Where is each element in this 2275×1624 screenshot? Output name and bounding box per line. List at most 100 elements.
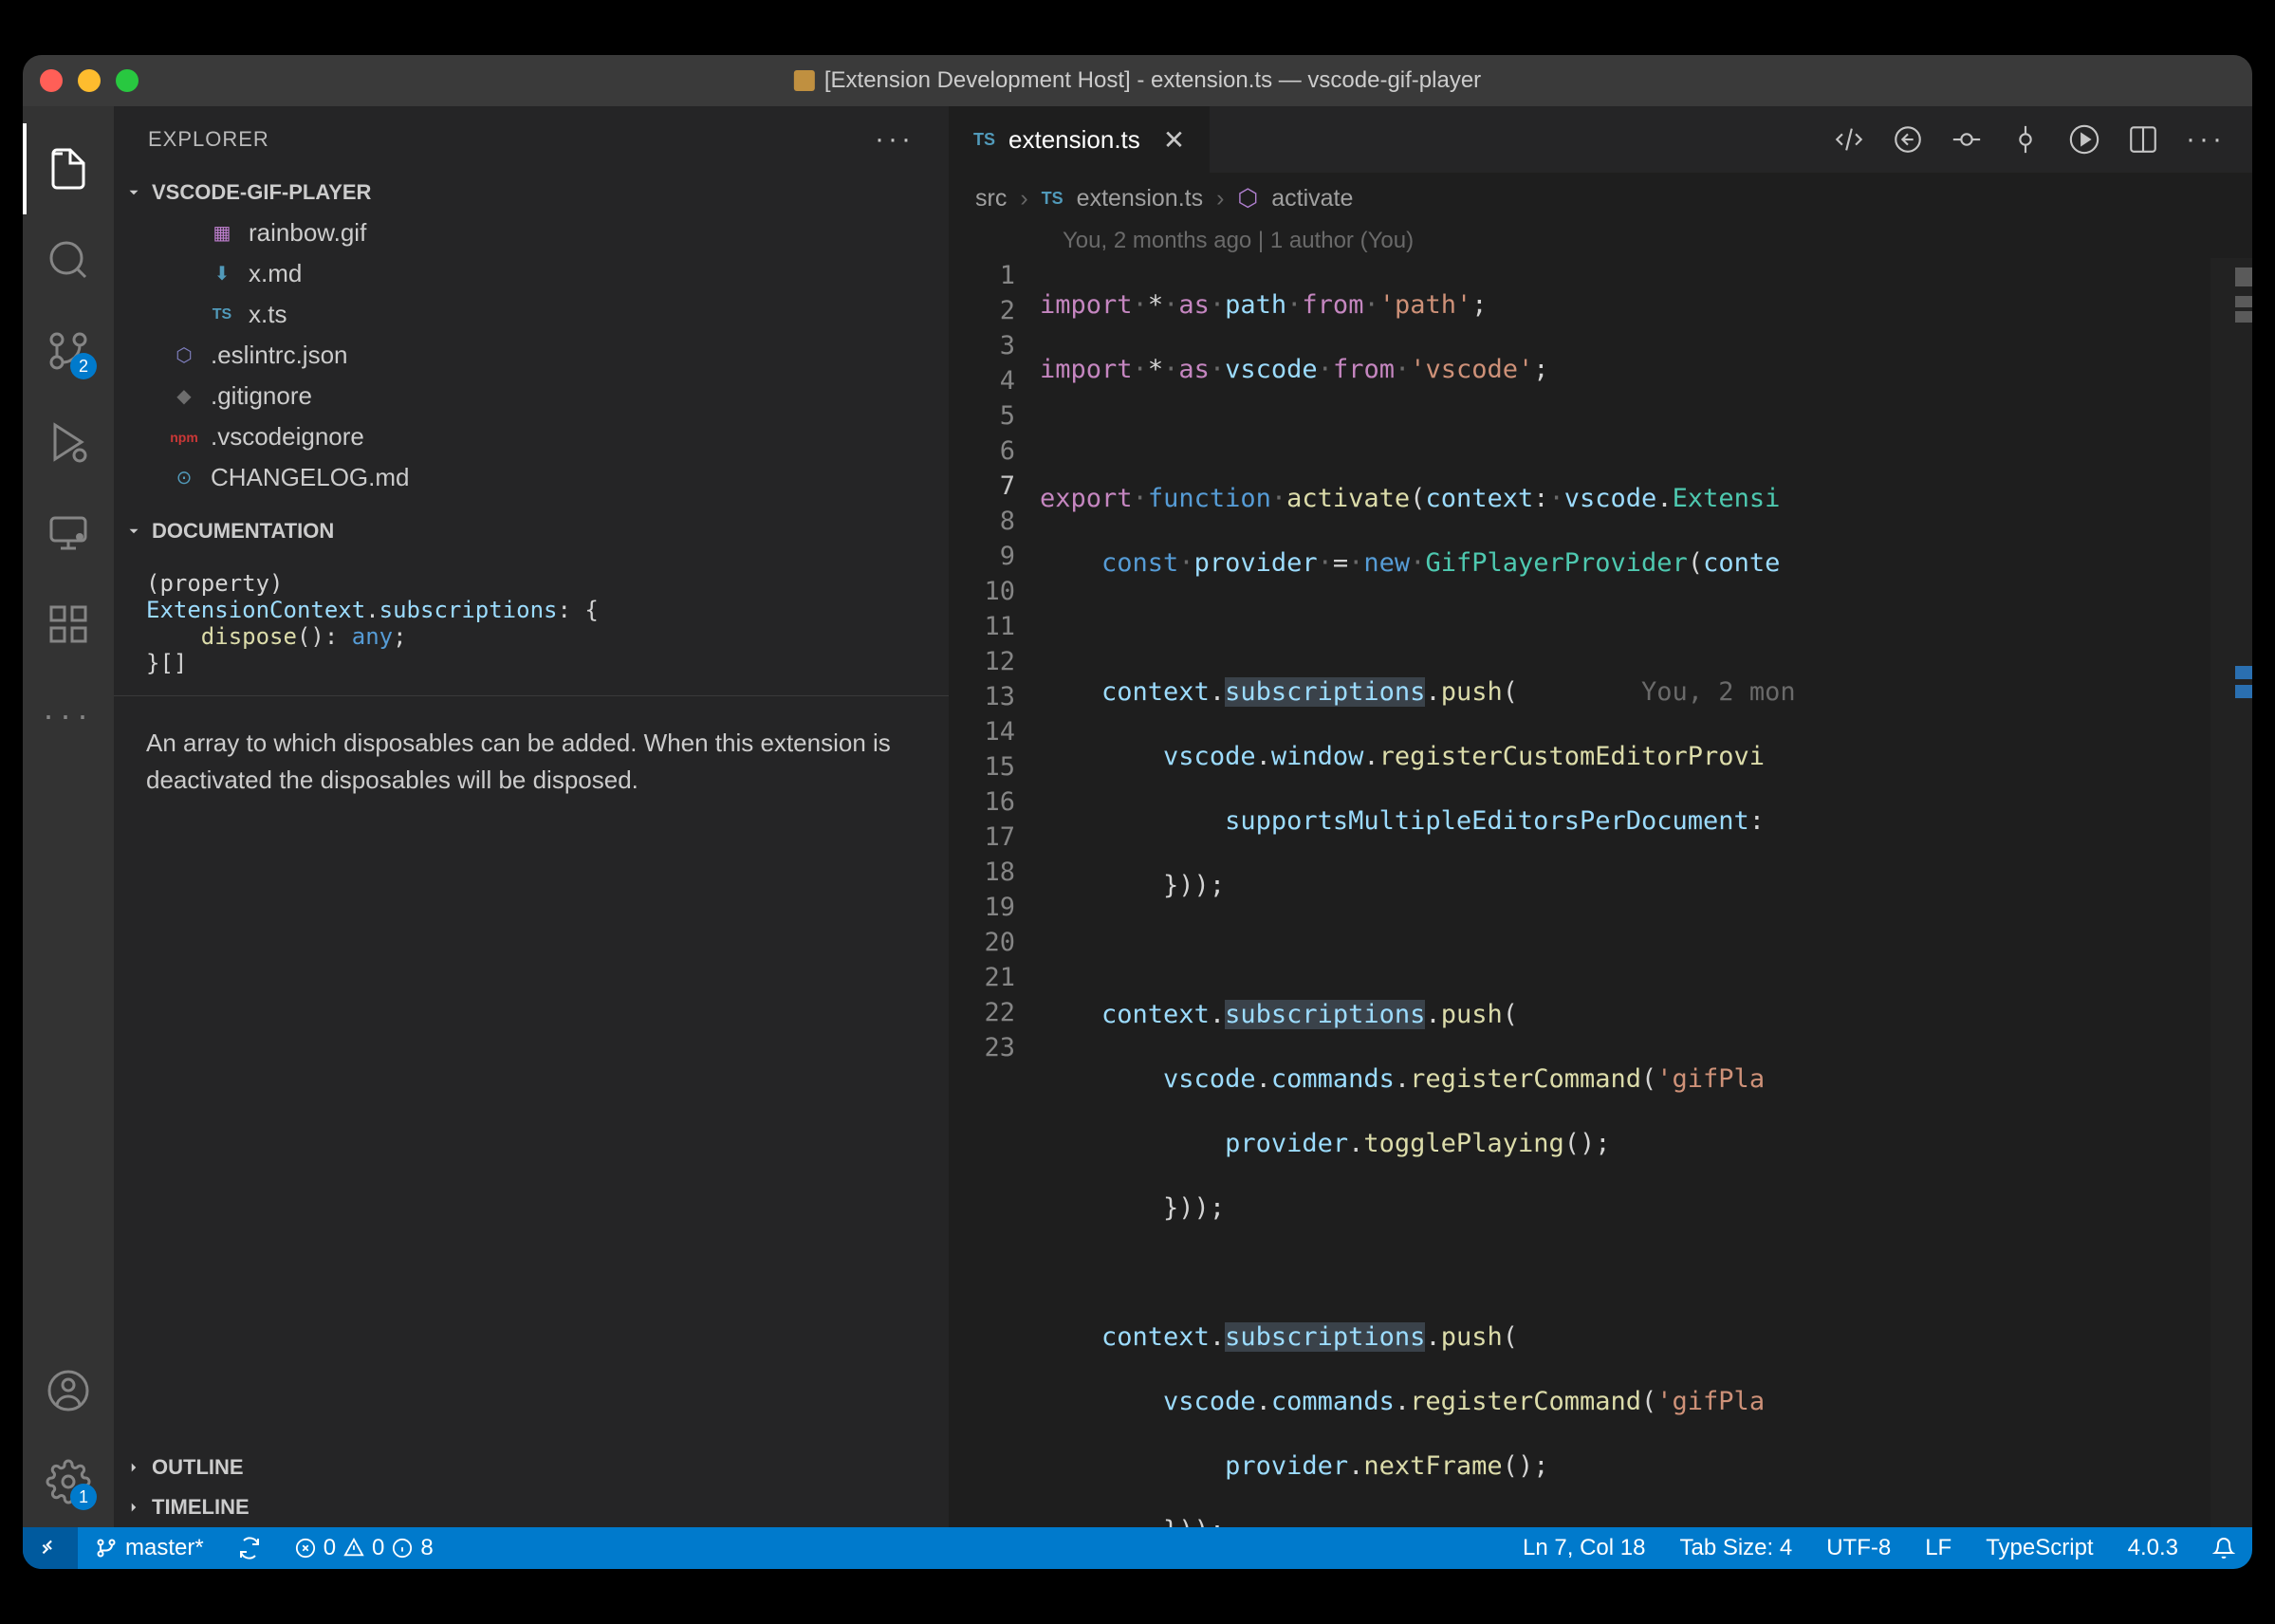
editor-area: TS extension.ts ✕ ··· src › TS [949,106,2252,1527]
chevron-right-icon [125,1459,142,1476]
commit-icon[interactable] [1951,123,1983,156]
search-icon [46,237,91,283]
remote-activity[interactable] [23,488,114,579]
symbol-icon: ⬡ [1237,184,1258,212]
main-area: 2 ··· 1 EX [23,106,2252,1527]
compare-icon[interactable] [1833,123,1865,156]
sync-button[interactable] [221,1527,278,1569]
settings-badge: 1 [70,1484,97,1510]
notifications-button[interactable] [2195,1527,2252,1569]
gitlens-blame: You, 2 mon [1641,677,1796,707]
sidebar-title: EXPLORER [148,127,269,152]
maximize-window-button[interactable] [116,69,139,92]
git-icon: ◆ [171,383,197,410]
file-gitignore[interactable]: ◆ .gitignore [133,376,949,416]
npm-icon: npm [171,424,197,451]
info-count: 8 [420,1535,433,1561]
branch-icon [95,1537,118,1559]
file-eslintrc[interactable]: ⬡ .eslintrc.json [133,335,949,376]
file-label: x.md [249,259,302,288]
split-icon[interactable] [2127,123,2159,156]
timeline-section-header[interactable]: TIMELINE [114,1487,949,1527]
more-activity[interactable]: ··· [23,670,114,761]
sidebar-header: EXPLORER ··· [114,106,949,173]
code-content[interactable]: import·*·as·path·from·'path'; import·*·a… [1040,258,2252,1527]
editor-actions: ··· [1833,106,2252,173]
close-tab-button[interactable]: ✕ [1163,124,1185,156]
minimap[interactable] [2210,258,2252,1527]
more-icon[interactable]: ··· [2186,123,2226,156]
scm-activity[interactable]: 2 [23,305,114,397]
breadcrumb-src[interactable]: src [975,185,1007,212]
error-count: 0 [324,1535,336,1561]
file-label: x.ts [249,300,287,329]
bell-icon [2212,1537,2235,1559]
typescript-icon: TS [209,302,235,328]
warning-icon [343,1538,364,1559]
minimize-window-button[interactable] [78,69,101,92]
go-back-icon[interactable] [1892,123,1924,156]
file-label: .gitignore [211,381,312,411]
status-bar: master* 0 0 8 Ln 7, Col 18 Tab Size: 4 U… [23,1527,2252,1569]
branch-name: master* [125,1535,204,1561]
explorer-sidebar: EXPLORER ··· VSCODE-GIF-PLAYER ▦ rainbow… [114,106,949,1527]
documentation-section-header[interactable]: DOCUMENTATION [114,511,949,551]
file-label: rainbow.gif [249,218,366,248]
tab-label: extension.ts [1008,125,1140,155]
titlebar: [Extension Development Host] - extension… [23,55,2252,106]
file-tree: ▦ rainbow.gif ⬇ x.md TS x.ts ⬡ .eslintrc… [114,212,949,498]
run-icon[interactable] [2068,123,2100,156]
explorer-activity[interactable] [23,123,114,214]
gitlens-authors: You, 2 months ago | 1 author (You) [949,224,2252,258]
activity-bar: 2 ··· 1 [23,106,114,1527]
file-changelog[interactable]: ⊙ CHANGELOG.md [133,457,949,498]
chevron-down-icon [125,184,142,201]
problems-status[interactable]: 0 0 8 [278,1527,451,1569]
ts-version[interactable]: 4.0.3 [2111,1527,2195,1569]
extensions-activity[interactable] [23,579,114,670]
warning-count: 0 [372,1535,384,1561]
commit-graph-icon[interactable] [2009,123,2042,156]
run-activity[interactable] [23,397,114,488]
breadcrumb-symbol[interactable]: activate [1271,185,1353,212]
vscode-window: [Extension Development Host] - extension… [23,55,2252,1569]
encoding[interactable]: UTF-8 [1809,1527,1908,1569]
language-mode[interactable]: TypeScript [1969,1527,2110,1569]
files-icon [46,146,91,192]
close-window-button[interactable] [40,69,63,92]
window-title: [Extension Development Host] - extension… [794,67,1481,94]
file-x-md[interactable]: ⬇ x.md [133,253,949,294]
git-branch[interactable]: master* [78,1527,221,1569]
sync-icon [238,1537,261,1559]
sidebar-more-button[interactable]: ··· [875,123,915,156]
file-vscodeignore[interactable]: npm .vscodeignore [133,416,949,457]
code-editor[interactable]: 1234 5678 9101112 13141516 17181920 2122… [949,258,2252,1527]
tab-size[interactable]: Tab Size: 4 [1662,1527,1809,1569]
file-label: .vscodeignore [211,422,364,452]
doc-property-label: (property) [146,570,916,597]
search-activity[interactable] [23,214,114,305]
breadcrumb-file[interactable]: extension.ts [1077,185,1203,212]
chevron-right-icon [125,1499,142,1516]
image-icon: ▦ [209,220,235,247]
account-activity[interactable] [23,1345,114,1436]
project-section-header[interactable]: VSCODE-GIF-PLAYER [114,173,949,212]
remote-indicator[interactable] [23,1527,78,1569]
settings-activity[interactable]: 1 [23,1436,114,1527]
file-label: .eslintrc.json [211,341,348,370]
remote-icon [46,510,91,556]
typescript-icon: TS [1042,189,1064,209]
file-x-ts[interactable]: TS x.ts [133,294,949,335]
info-icon [392,1538,413,1559]
markdown-icon: ⬇ [209,261,235,287]
file-rainbow-gif[interactable]: ▦ rainbow.gif [133,212,949,253]
changelog-icon: ⊙ [171,465,197,491]
chevron-down-icon [125,523,142,540]
outline-section-header[interactable]: OUTLINE [114,1448,949,1487]
cursor-position[interactable]: Ln 7, Col 18 [1506,1527,1662,1569]
tab-extension-ts[interactable]: TS extension.ts ✕ [949,106,1210,173]
account-icon [46,1368,91,1413]
eol[interactable]: LF [1908,1527,1969,1569]
traffic-lights [40,69,139,92]
breadcrumb[interactable]: src › TS extension.ts › ⬡ activate [949,173,2252,224]
